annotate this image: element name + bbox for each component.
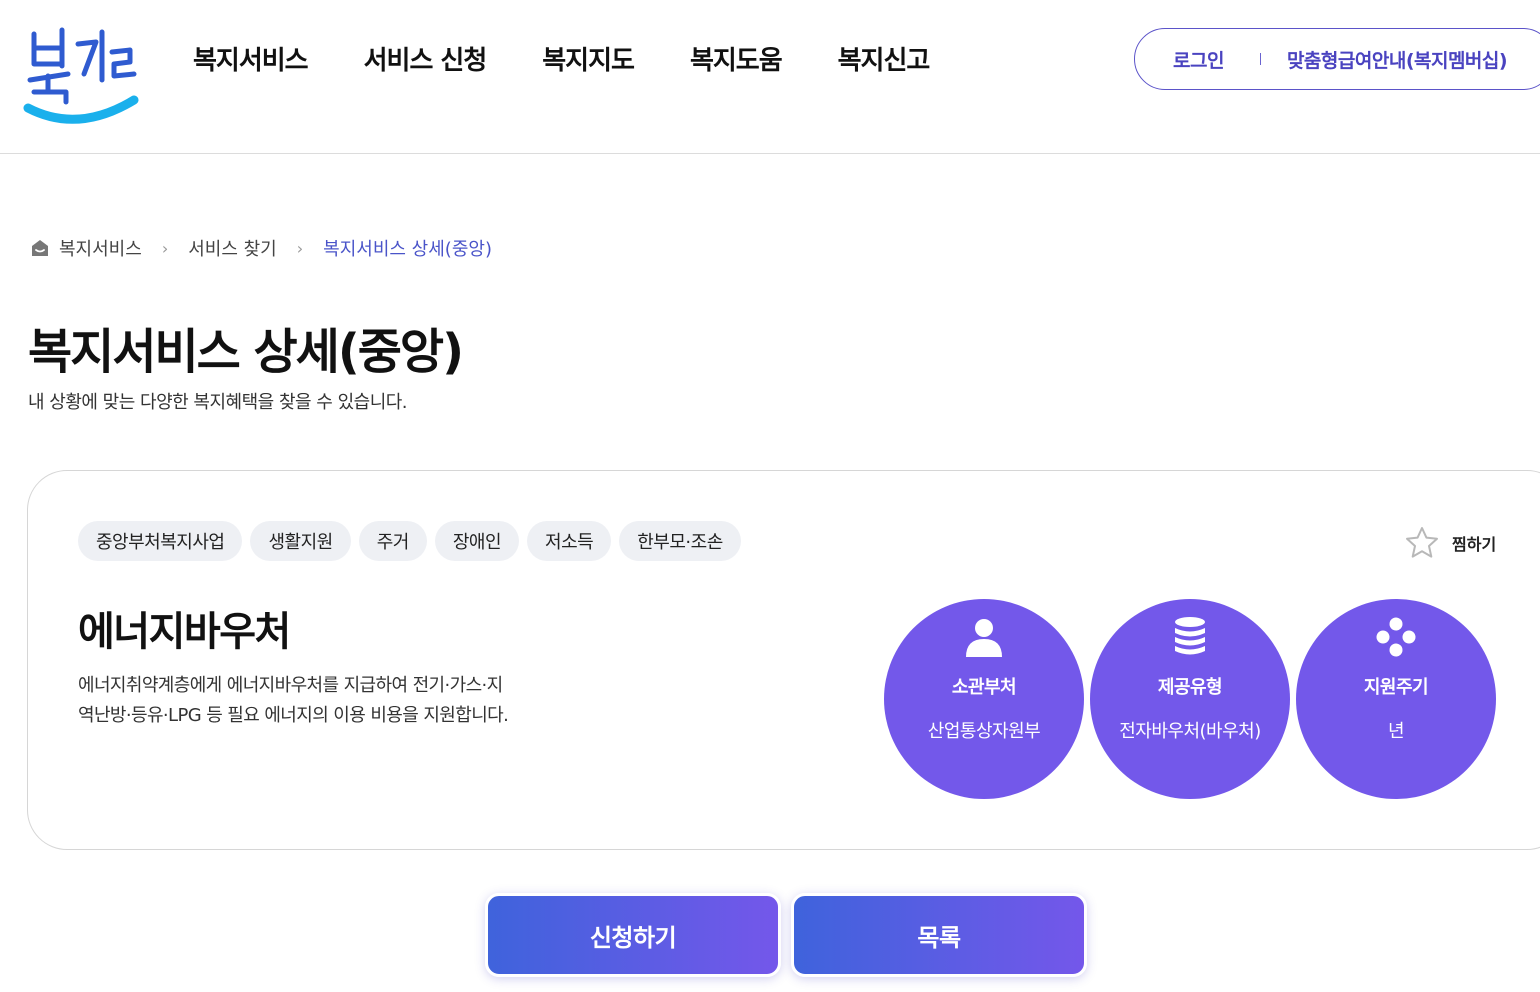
- tag-list: 중앙부처복지사업 생활지원 주거 장애인 저소득 한부모·조손: [78, 521, 741, 561]
- login-link[interactable]: 로그인: [1173, 46, 1224, 73]
- tag-item[interactable]: 주거: [358, 521, 427, 561]
- info-label: 지원주기: [1363, 677, 1429, 698]
- logo[interactable]: [22, 22, 142, 132]
- nav-welfare-report[interactable]: 복지신고: [838, 40, 931, 77]
- tag-item[interactable]: 중앙부처복지사업: [78, 521, 243, 561]
- dots-icon: [1376, 617, 1416, 657]
- coins-icon: [1175, 617, 1205, 655]
- info-support-cycle: 지원주기 년: [1296, 599, 1496, 799]
- tag-item[interactable]: 생활지원: [250, 521, 351, 561]
- service-title: 에너지바우처: [78, 609, 291, 655]
- tag-item[interactable]: 장애인: [434, 521, 520, 561]
- tag-item[interactable]: 한부모·조손: [619, 521, 741, 561]
- info-label: 소관부처: [951, 677, 1017, 698]
- chevron-right-icon: ›: [161, 238, 169, 258]
- nav-welfare-map[interactable]: 복지지도: [542, 40, 635, 77]
- utility-menu: 로그인 맞춤형급여안내(복지멤버십): [1134, 28, 1540, 90]
- breadcrumb: 복지서비스 › 서비스 찾기 › 복지서비스 상세(중앙): [30, 235, 492, 261]
- page-title: 복지서비스 상세(중앙): [28, 324, 464, 380]
- service-description: 에너지취약계층에게 에너지바우처를 지급하여 전기·가스·지 역난방·등유·LP…: [78, 671, 558, 731]
- page-description: 내 상황에 맞는 다양한 복지혜택을 찾을 수 있습니다.: [28, 392, 408, 413]
- nav-welfare-service[interactable]: 복지서비스: [193, 40, 309, 77]
- person-icon: [966, 619, 1002, 657]
- main-nav: 복지서비스 서비스 신청 복지지도 복지도움 복지신고: [193, 40, 931, 77]
- favorite-button[interactable]: 찜하기: [1404, 525, 1496, 561]
- favorite-label: 찜하기: [1452, 535, 1497, 554]
- info-provision-type: 제공유형 전자바우처(바우처): [1090, 599, 1290, 799]
- service-description-line: 역난방·등유·LPG 등 필요 에너지의 이용 비용을 지원합니다.: [78, 705, 509, 726]
- info-department: 소관부처 산업통상자원부: [884, 599, 1084, 799]
- logo-icon: [23, 27, 139, 124]
- breadcrumb-item-find[interactable]: 서비스 찾기: [188, 235, 277, 261]
- nav-service-apply[interactable]: 서비스 신청: [364, 40, 488, 77]
- service-card: 중앙부처복지사업 생활지원 주거 장애인 저소득 한부모·조손 찜하기 에너지바…: [27, 470, 1540, 850]
- membership-link[interactable]: 맞춤형급여안내(복지멤버십): [1287, 46, 1508, 73]
- chevron-right-icon: ›: [296, 238, 304, 258]
- breadcrumb-item-current: 복지서비스 상세(중앙): [323, 239, 492, 260]
- star-icon: [1406, 527, 1438, 558]
- info-value: 산업통상자원부: [927, 721, 1041, 742]
- breadcrumb-item-welfare[interactable]: 복지서비스: [59, 235, 142, 261]
- tag-item[interactable]: 저소득: [527, 521, 612, 561]
- home-icon[interactable]: [30, 238, 50, 258]
- nav-welfare-help[interactable]: 복지도움: [690, 40, 783, 77]
- service-description-line: 에너지취약계층에게 에너지바우처를 지급하여 전기·가스·지: [78, 675, 503, 696]
- info-value: 전자바우처(바우처): [1119, 721, 1261, 742]
- divider: [1259, 53, 1261, 65]
- site-header: 복지서비스 서비스 신청 복지지도 복지도움 복지신고 로그인 맞춤형급여안내(…: [0, 0, 1540, 154]
- apply-button[interactable]: 신청하기: [485, 893, 781, 977]
- info-value: 년: [1387, 721, 1405, 742]
- info-label: 제공유형: [1157, 677, 1223, 698]
- list-button[interactable]: 목록: [791, 893, 1087, 977]
